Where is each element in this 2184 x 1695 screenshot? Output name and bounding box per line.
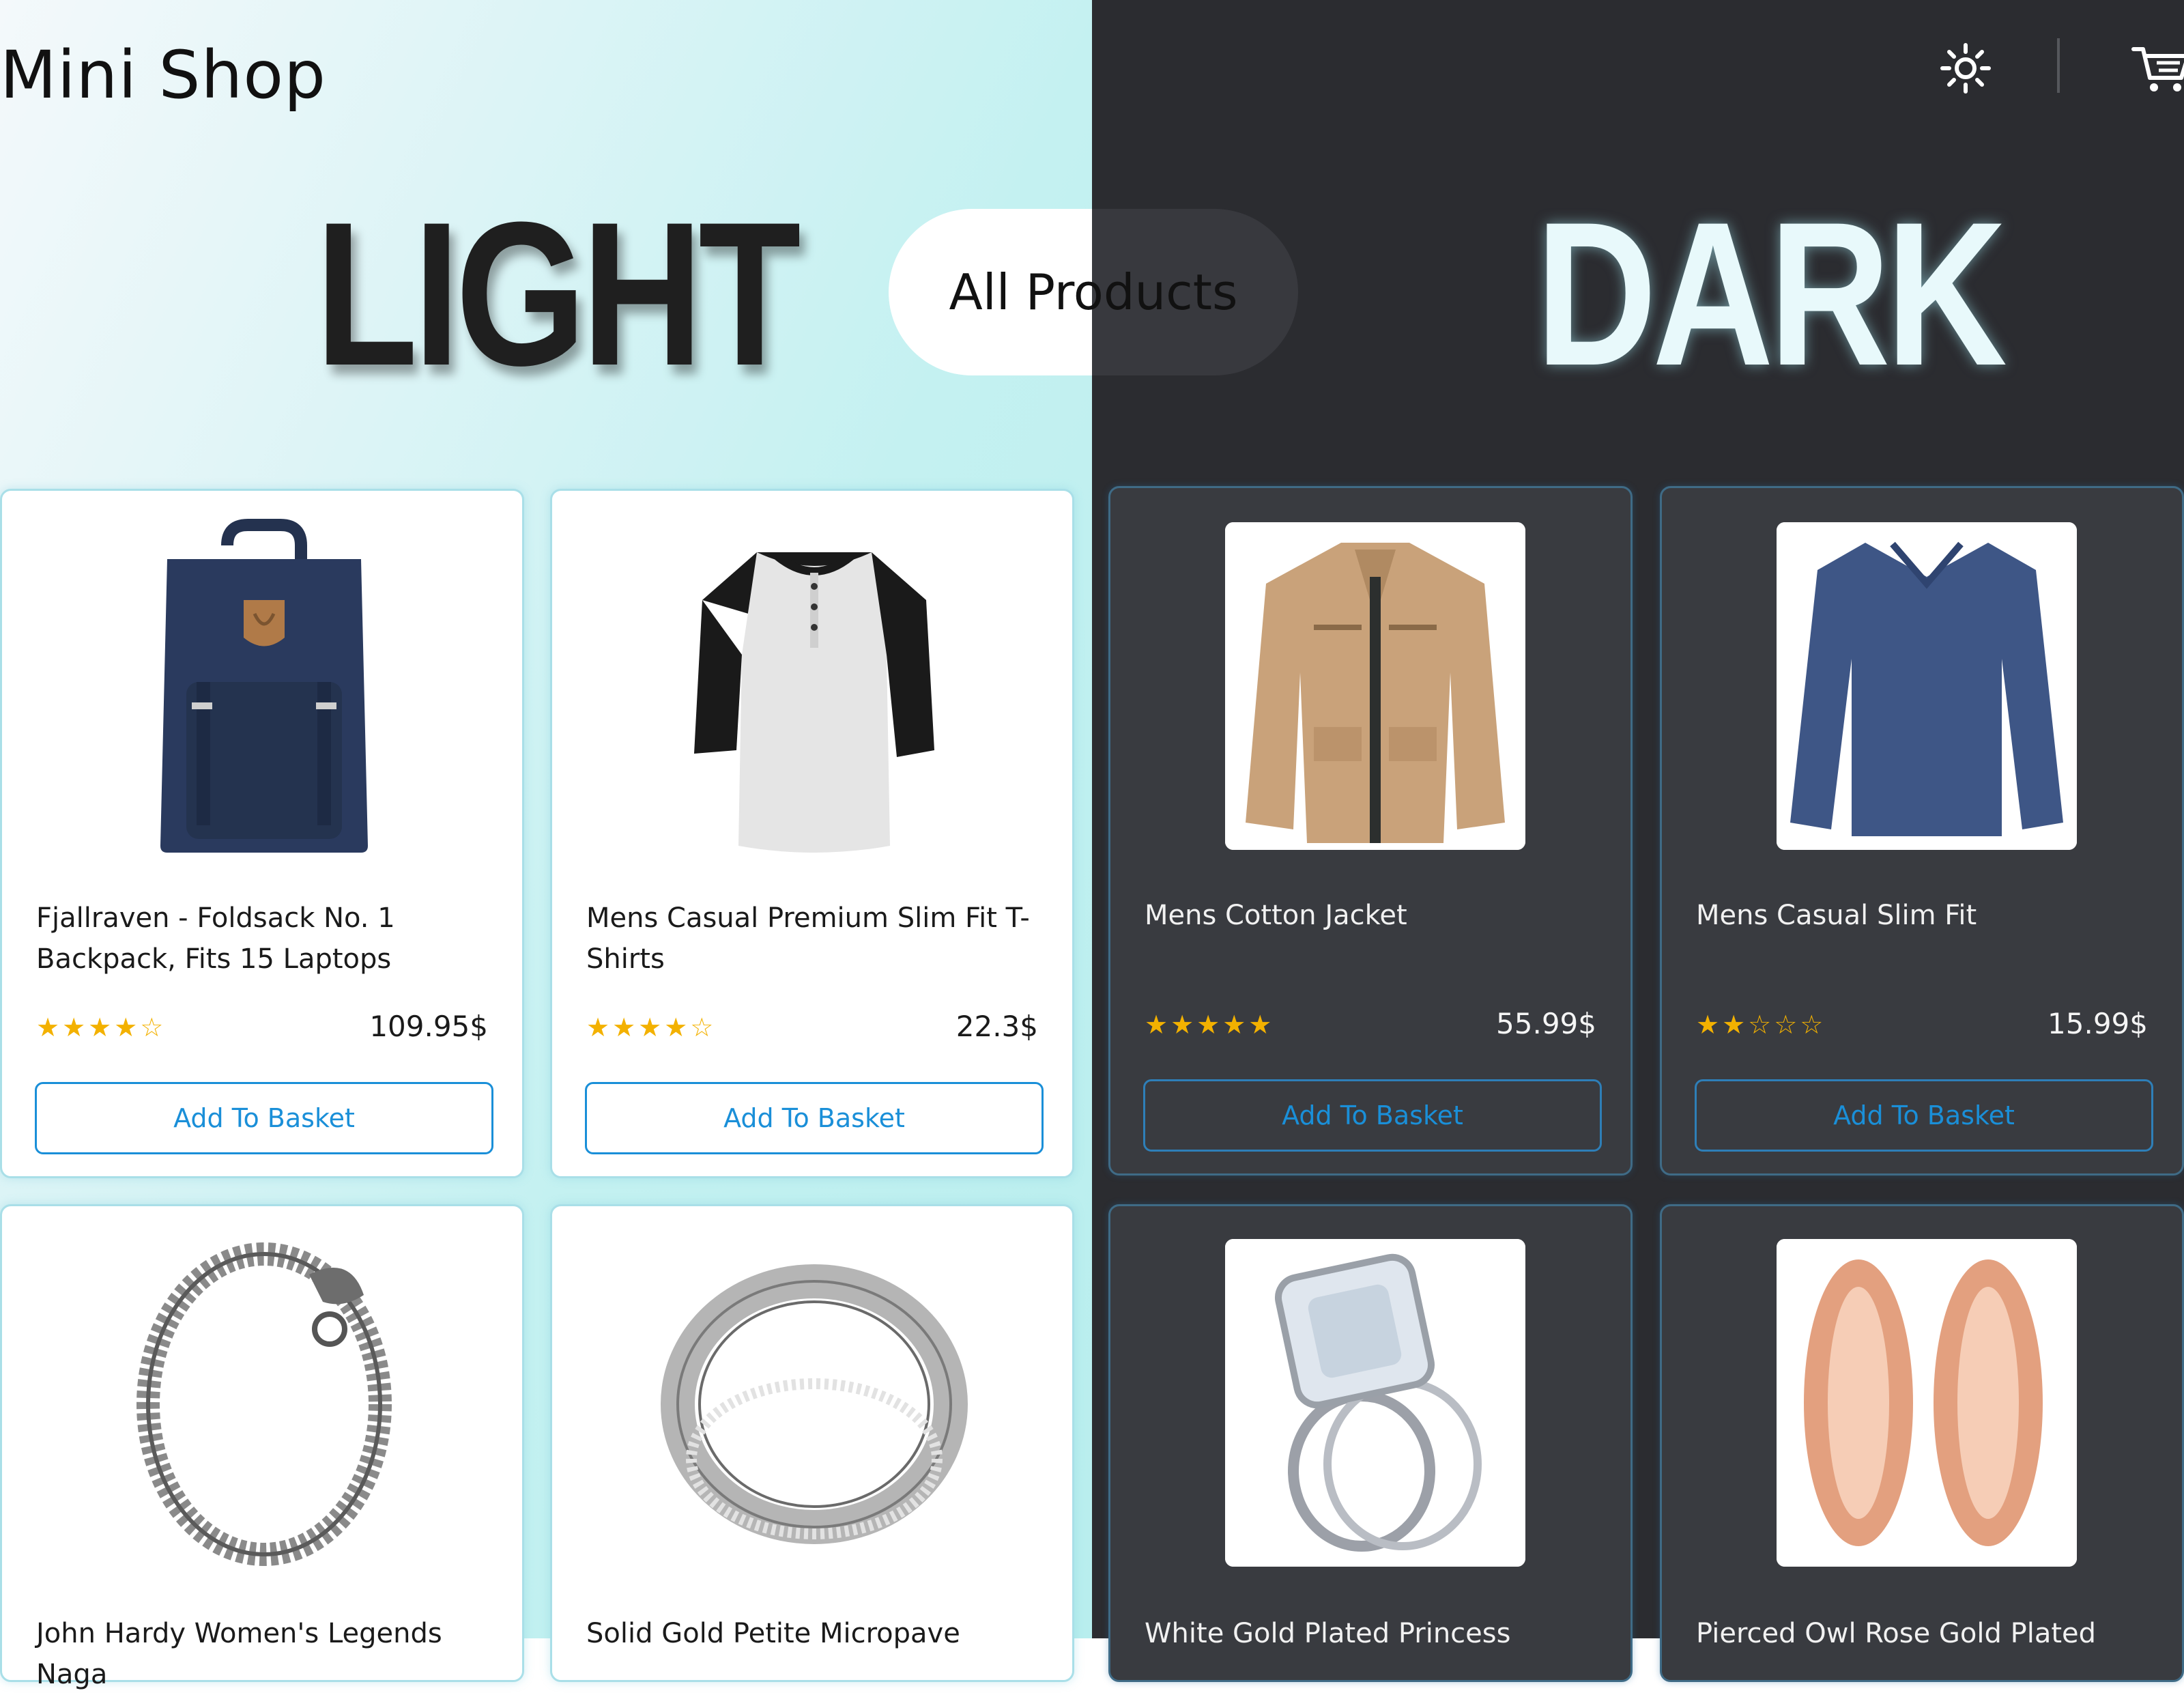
product-image-longsleeve[interactable] xyxy=(1777,522,2077,850)
product-image-backpack[interactable] xyxy=(104,518,424,859)
product-name[interactable]: Pierced Owl Rose Gold Plated xyxy=(1696,1613,2146,1654)
product-image-rose-gold-plugs[interactable] xyxy=(1777,1239,2077,1567)
shop-logo[interactable]: Mini Shop xyxy=(0,37,326,113)
product-image-jacket[interactable] xyxy=(1225,522,1525,850)
rating-stars: ★★★★☆ xyxy=(586,1012,717,1042)
header-divider xyxy=(2057,38,2060,93)
sun-icon[interactable] xyxy=(1933,35,1998,101)
product-name[interactable]: John Hardy Women's Legends Naga xyxy=(36,1613,487,1695)
product-image-ring-set[interactable] xyxy=(1225,1239,1525,1567)
add-to-basket-button[interactable]: Add To Basket xyxy=(1695,1079,2153,1152)
light-theme-label: LIGHT xyxy=(315,179,801,408)
add-to-basket-button[interactable]: Add To Basket xyxy=(585,1082,1044,1154)
product-card[interactable]: White Gold Plated Princess xyxy=(1108,1204,1633,1682)
product-price: 109.95$ xyxy=(369,1010,488,1043)
add-to-basket-button[interactable]: Add To Basket xyxy=(1143,1079,1602,1152)
product-card[interactable]: John Hardy Women's Legends Naga xyxy=(0,1204,524,1690)
product-price: 15.99$ xyxy=(2048,1007,2148,1040)
product-card[interactable]: Solid Gold Petite Micropave xyxy=(550,1204,1074,1682)
product-image-bracelet[interactable] xyxy=(104,1234,424,1575)
product-card[interactable]: Pierced Owl Rose Gold Plated xyxy=(1660,1204,2184,1682)
product-name[interactable]: Solid Gold Petite Micropave xyxy=(586,1613,1037,1654)
category-label: All Products xyxy=(949,263,1238,321)
add-to-basket-button[interactable]: Add To Basket xyxy=(35,1082,493,1154)
product-image-tshirt[interactable] xyxy=(655,518,974,859)
product-image-ring[interactable] xyxy=(655,1234,974,1575)
rating-stars: ★★☆☆☆ xyxy=(1696,1010,1826,1040)
product-name[interactable]: Mens Casual Premium Slim Fit T-Shirts xyxy=(586,898,1037,980)
product-name[interactable]: Fjallraven - Foldsack No. 1 Backpack, Fi… xyxy=(36,898,487,980)
product-card[interactable]: Fjallraven - Foldsack No. 1 Backpack, Fi… xyxy=(0,489,524,1178)
product-price: 55.99$ xyxy=(1496,1007,1596,1040)
product-name[interactable]: Mens Casual Slim Fit xyxy=(1696,895,2146,936)
dark-theme-label: DARK xyxy=(1536,179,2007,408)
product-name[interactable]: Mens Cotton Jacket xyxy=(1145,895,1595,936)
rating-stars: ★★★★★ xyxy=(1145,1010,1275,1040)
category-all-products[interactable]: All Products xyxy=(889,209,1298,375)
cart-icon[interactable] xyxy=(2128,35,2184,101)
product-price: 22.3$ xyxy=(956,1010,1038,1043)
product-card[interactable]: Mens Casual Slim Fit ★★☆☆☆ 15.99$ Add To… xyxy=(1660,486,2184,1176)
product-card[interactable]: Mens Casual Premium Slim Fit T-Shirts ★★… xyxy=(550,489,1074,1178)
product-card[interactable]: Mens Cotton Jacket ★★★★★ 55.99$ Add To B… xyxy=(1108,486,1633,1176)
product-name[interactable]: White Gold Plated Princess xyxy=(1145,1613,1595,1654)
rating-stars: ★★★★☆ xyxy=(36,1012,167,1042)
